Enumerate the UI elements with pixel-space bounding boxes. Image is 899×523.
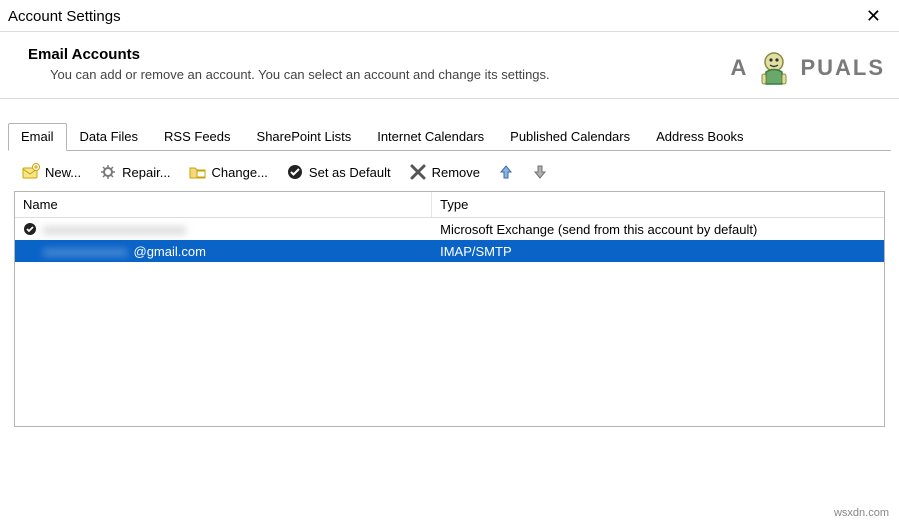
account-name-hidden: xxxxxxxxxxxxxxxxxxxxxx bbox=[43, 222, 186, 237]
account-type: Microsoft Exchange (send from this accou… bbox=[432, 220, 884, 239]
remove-button[interactable]: Remove bbox=[405, 161, 484, 183]
tab-published-calendars[interactable]: Published Calendars bbox=[497, 123, 643, 150]
accounts-table: Name Type xxxxxxxxxxxxxxxxxxxxxx Microso… bbox=[14, 191, 885, 427]
account-name-visible: @gmail.com bbox=[134, 244, 206, 259]
set-default-label: Set as Default bbox=[309, 165, 391, 180]
move-up-button[interactable] bbox=[494, 162, 518, 182]
change-folder-icon bbox=[189, 163, 207, 181]
new-label: New... bbox=[45, 165, 81, 180]
new-mail-icon bbox=[22, 163, 40, 181]
move-down-button[interactable] bbox=[528, 162, 552, 182]
watermark-text-b: PUALS bbox=[800, 55, 885, 81]
window-title: Account Settings bbox=[8, 8, 121, 25]
remove-x-icon bbox=[409, 163, 427, 181]
account-name-hidden: xxxxxxxxxxxxx bbox=[43, 244, 128, 259]
remove-label: Remove bbox=[432, 165, 480, 180]
repair-label: Repair... bbox=[122, 165, 170, 180]
tab-email[interactable]: Email bbox=[8, 123, 67, 151]
column-header-name[interactable]: Name bbox=[15, 192, 432, 217]
change-label: Change... bbox=[212, 165, 268, 180]
titlebar: Account Settings ✕ bbox=[0, 0, 899, 32]
table-row[interactable]: xxxxxxxxxxxxxxxxxxxxxx Microsoft Exchang… bbox=[15, 218, 884, 240]
column-header-type[interactable]: Type bbox=[432, 192, 884, 217]
close-icon[interactable]: ✕ bbox=[858, 6, 889, 27]
appuals-logo-icon bbox=[752, 46, 796, 90]
default-check-icon bbox=[23, 222, 37, 236]
new-button[interactable]: New... bbox=[18, 161, 85, 183]
tab-rss-feeds[interactable]: RSS Feeds bbox=[151, 123, 243, 150]
source-credit: wsxdn.com bbox=[834, 507, 889, 519]
repair-icon bbox=[99, 163, 117, 181]
tab-internet-calendars[interactable]: Internet Calendars bbox=[364, 123, 497, 150]
change-button[interactable]: Change... bbox=[185, 161, 272, 183]
tab-address-books[interactable]: Address Books bbox=[643, 123, 756, 150]
tabs: Email Data Files RSS Feeds SharePoint Li… bbox=[8, 123, 891, 151]
table-row[interactable]: xxxxxxxxxxxxx @gmail.com IMAP/SMTP bbox=[15, 240, 884, 262]
tab-data-files[interactable]: Data Files bbox=[67, 123, 152, 150]
repair-button[interactable]: Repair... bbox=[95, 161, 174, 183]
checkmark-circle-icon bbox=[286, 163, 304, 181]
arrow-up-icon bbox=[498, 164, 514, 180]
table-header: Name Type bbox=[15, 192, 884, 218]
account-type: IMAP/SMTP bbox=[432, 242, 884, 261]
set-default-button[interactable]: Set as Default bbox=[282, 161, 395, 183]
toolbar: New... Repair... Change... Set as Defaul… bbox=[0, 151, 899, 191]
tab-sharepoint-lists[interactable]: SharePoint Lists bbox=[244, 123, 365, 150]
arrow-down-icon bbox=[532, 164, 548, 180]
watermark-text-a: A bbox=[731, 55, 749, 81]
divider bbox=[0, 98, 899, 99]
appuals-watermark: A PUALS bbox=[731, 46, 885, 90]
